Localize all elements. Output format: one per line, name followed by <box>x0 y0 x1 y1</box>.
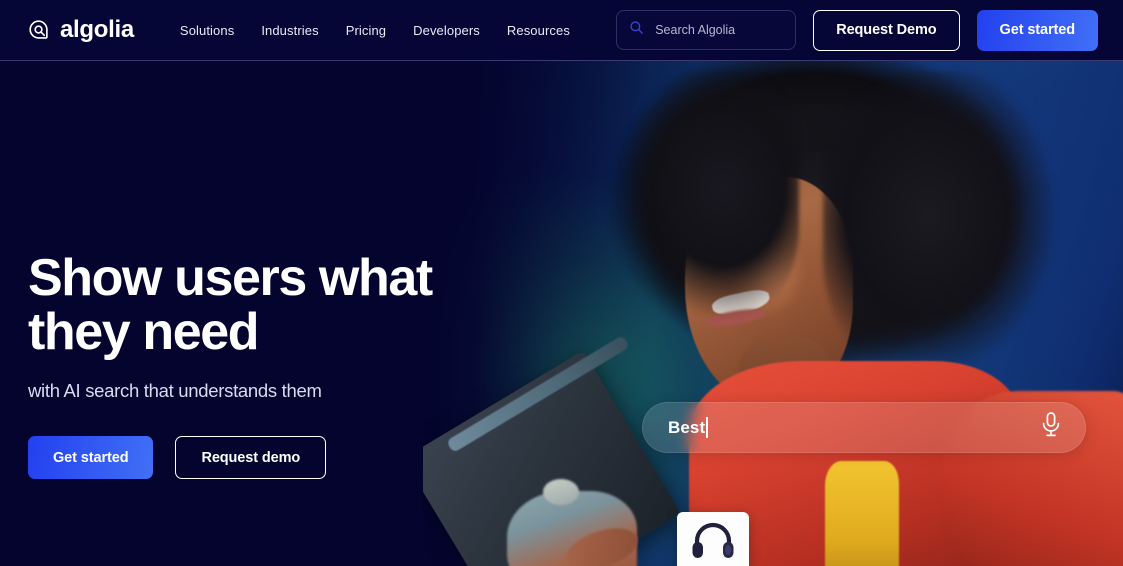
text-caret <box>706 417 709 438</box>
header-actions: Search Algolia Request Demo Get started <box>616 9 1098 51</box>
site-header: algolia Solutions Industries Pricing Dev… <box>0 0 1123 61</box>
search-icon <box>629 20 644 40</box>
product-card[interactable]: Bluetooth Headphones $129.99 ★★★★★ Buy N… <box>677 512 749 566</box>
nav-item-industries[interactable]: Industries <box>261 23 318 38</box>
hero-search-value: Best <box>668 417 706 437</box>
hero-search-bar[interactable]: Best <box>642 402 1086 453</box>
hero-request-demo-button[interactable]: Request demo <box>175 436 327 480</box>
headline-line-2: they need <box>28 303 260 362</box>
nav-item-resources[interactable]: Resources <box>507 23 570 38</box>
bluetooth-headphones-image <box>682 516 744 564</box>
yellow-top-shape <box>825 461 899 566</box>
algolia-logo-icon <box>28 19 51 42</box>
hero-copy: Show users what they need with AI search… <box>28 249 433 480</box>
headline-line-1: Show users what <box>28 249 433 307</box>
main-nav: Solutions Industries Pricing Developers … <box>180 23 570 38</box>
finger-shape <box>543 479 579 505</box>
hero-section: Best Bluetooth Headphones <box>0 61 1123 566</box>
microphone-icon[interactable] <box>1040 411 1062 444</box>
hero-photo <box>423 61 1123 566</box>
nav-item-solutions[interactable]: Solutions <box>180 23 234 38</box>
algolia-homepage: algolia Solutions Industries Pricing Dev… <box>0 0 1123 566</box>
logo[interactable]: algolia <box>28 18 134 42</box>
hero-subtitle: with AI search that understands them <box>28 380 322 402</box>
search-placeholder: Search Algolia <box>655 23 736 37</box>
get-started-button[interactable]: Get started <box>976 9 1098 51</box>
nav-item-developers[interactable]: Developers <box>413 23 480 38</box>
search-input[interactable]: Search Algolia <box>616 10 797 50</box>
nav-item-pricing[interactable]: Pricing <box>346 23 386 38</box>
hero-cta-row: Get started Request demo <box>28 436 432 480</box>
page-title: Show users what they need <box>28 249 433 362</box>
request-demo-button[interactable]: Request Demo <box>813 9 960 51</box>
logo-text: algolia <box>60 16 134 43</box>
hair-back-shape <box>823 71 1083 391</box>
hero-get-started-button[interactable]: Get started <box>28 436 154 480</box>
